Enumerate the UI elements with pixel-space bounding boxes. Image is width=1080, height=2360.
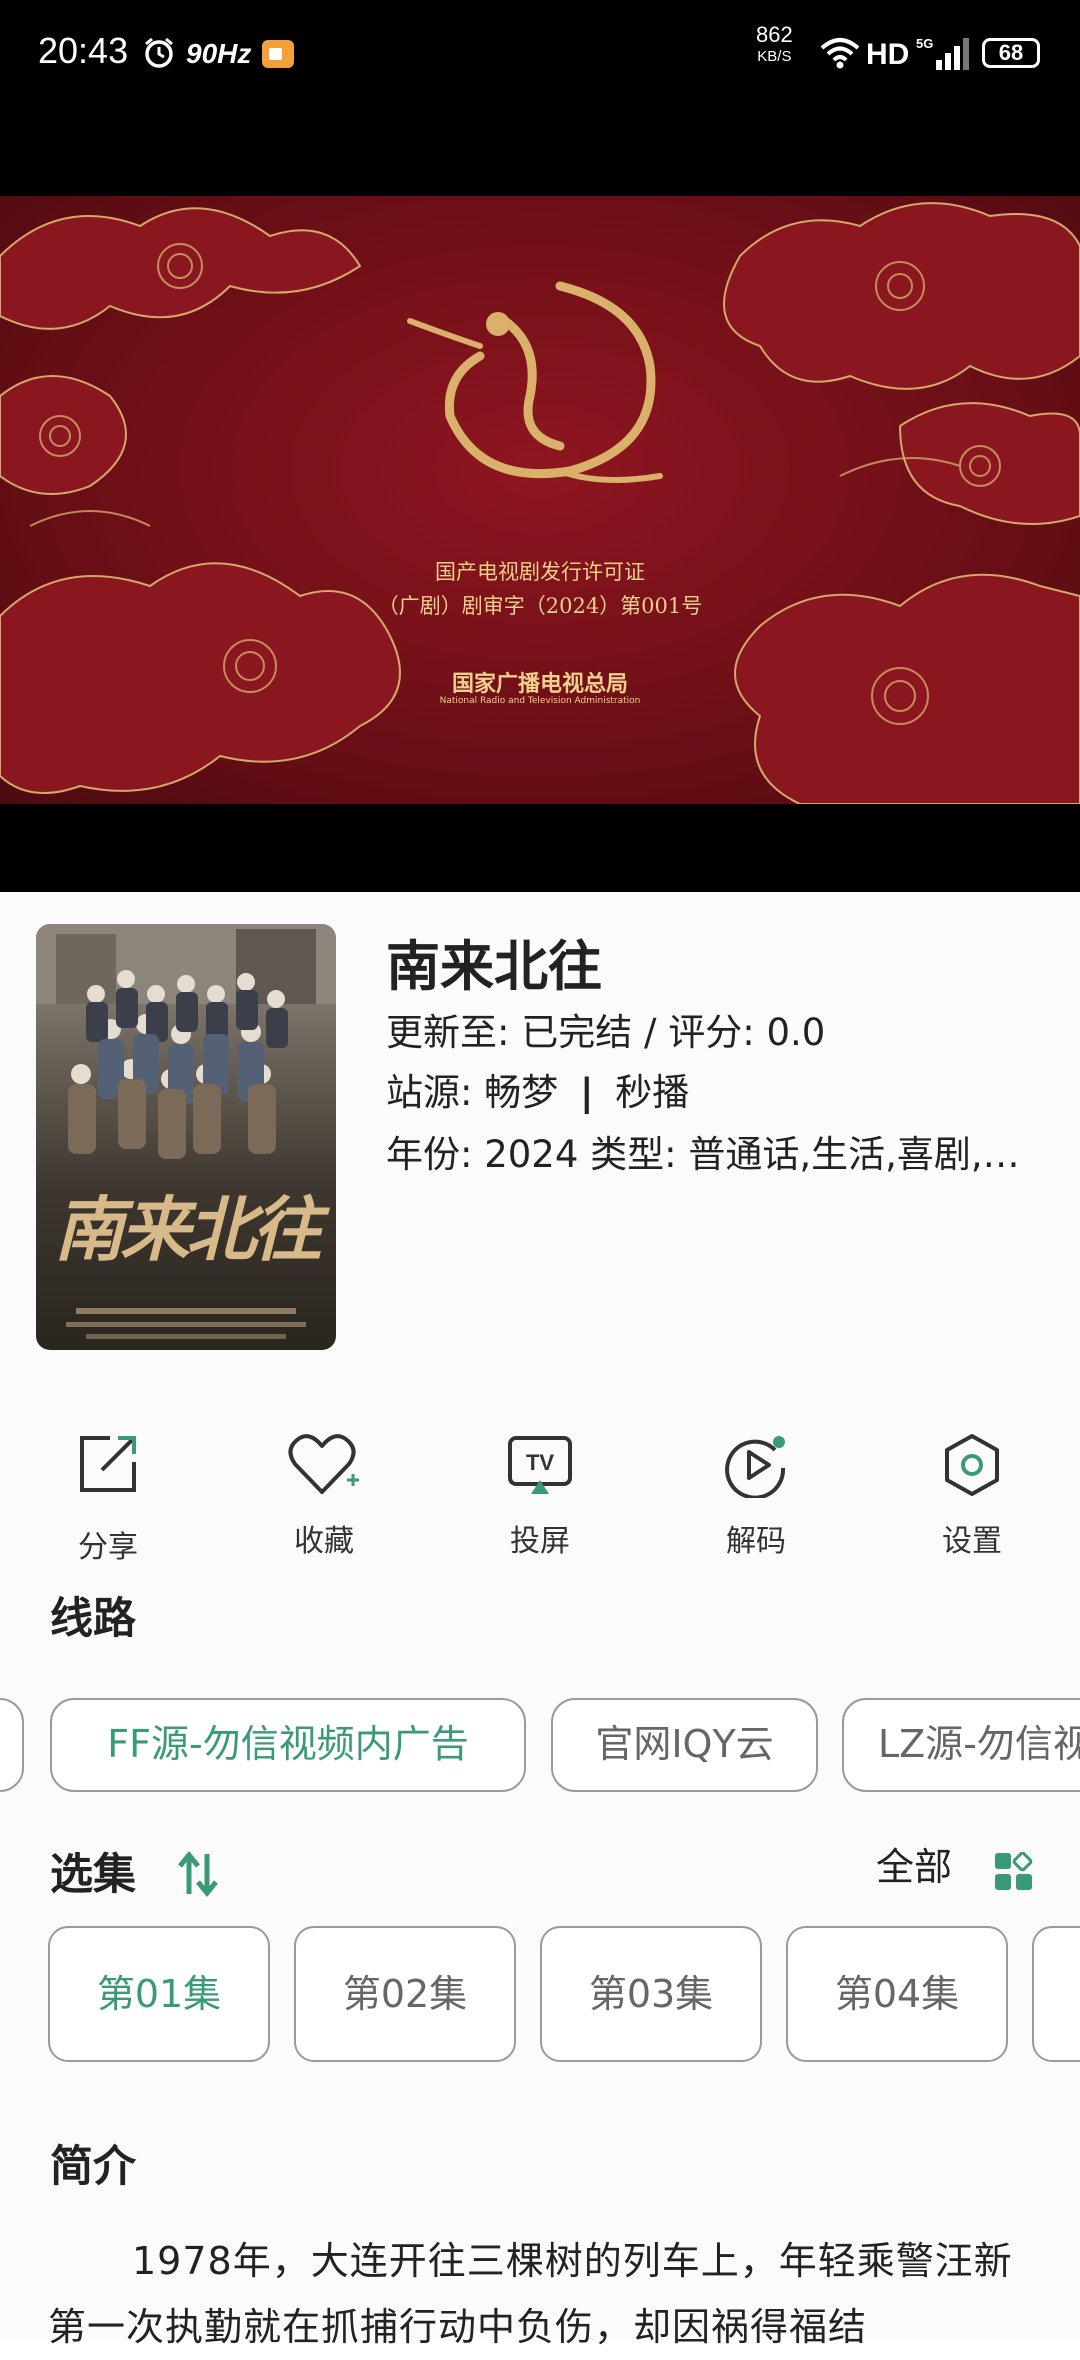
synopsis-text: 1978年，大连开往三棵树的列车上，年轻乘警汪新第一次执勤就在抓捕行动中负伤，却… (48, 2239, 1013, 2349)
show-poster[interactable]: 南来北往 (36, 924, 336, 1350)
episodes-heading: 选集 (50, 1850, 136, 1900)
heart-add-icon (288, 1434, 359, 1494)
share-label: 分享 (78, 1530, 138, 1565)
episode-chip[interactable]: 第01集 (48, 1926, 270, 2062)
network-speed-value: 862 (756, 22, 793, 47)
source-info: 站源: 畅梦 | 秒播 (386, 1062, 689, 1116)
source-label: 站源: (386, 1071, 473, 1114)
route-chip-previous[interactable] (0, 1698, 24, 1792)
wifi-icon (820, 38, 860, 69)
settings-label: 设置 (942, 1524, 1002, 1559)
decode-label: 解码 (726, 1524, 786, 1559)
status-bar: 20:43 90Hz 862 KB/S HD 5G 68 (0, 0, 1080, 110)
favorite-button[interactable]: 收藏 (249, 1432, 399, 1560)
signal-icon: 5G (916, 36, 969, 70)
update-status: 更新至: 已完结 / 评分: 0.0 (386, 1011, 826, 1054)
emblem-logo (407, 281, 663, 483)
status-time: 20:43 (38, 30, 129, 71)
poster-title: 南来北往 (54, 1188, 322, 1271)
share-button[interactable]: 分享 (33, 1432, 183, 1566)
refresh-rate: 90Hz (186, 38, 252, 69)
episode-chip[interactable]: 第03集 (540, 1926, 762, 2062)
route-chip[interactable]: 官网IQY云 (551, 1698, 818, 1792)
cast-label: 投屏 (510, 1524, 570, 1559)
routes-heading: 线路 (50, 1594, 136, 1644)
video-frame[interactable]: 国产电视剧发行许可证 （广剧）剧审字（2024）第001号 国家广播电视总局 N… (0, 196, 1080, 804)
screen-record-icon (262, 40, 294, 68)
alarm-icon (145, 37, 173, 68)
license-line-1: 国产电视剧发行许可证 (435, 560, 645, 584)
network-speed: 862 KB/S (756, 24, 793, 68)
favorite-label: 收藏 (294, 1524, 354, 1559)
video-player[interactable]: 国产电视剧发行许可证 （广剧）剧审字（2024）第001号 国家广播电视总局 N… (0, 110, 1080, 892)
route-chip[interactable]: LZ源-勿信视频内广告 (842, 1698, 1080, 1792)
cloud-pattern-decoration (0, 202, 1080, 804)
play-decode-icon (725, 1436, 786, 1498)
cast-button[interactable]: TV 投屏 (465, 1432, 615, 1560)
detail-panel: 南来北往 南来北往 更新至: 已完结 / 评分: 0.0 站源: 畅梦 | 秒播… (0, 892, 1080, 2340)
show-title: 南来北往 (386, 935, 602, 998)
grid-icon[interactable] (994, 1852, 1034, 1892)
settings-icon (945, 1434, 999, 1496)
license-line-2: （广剧）剧审字（2024）第001号 (377, 594, 703, 618)
sort-icon[interactable] (176, 1850, 220, 1898)
share-icon (80, 1436, 136, 1492)
all-episodes-link[interactable]: 全部 (876, 1836, 952, 1891)
settings-button[interactable]: 设置 (897, 1432, 1047, 1560)
license-organization: 国家广播电视总局 (451, 672, 628, 697)
license-organization-en: National Radio and Television Administra… (439, 696, 641, 706)
episode-chip-next[interactable] (1032, 1926, 1080, 2062)
source-separator: | (580, 1071, 594, 1114)
source-primary[interactable]: 畅梦 (484, 1071, 558, 1114)
poster-image (36, 924, 336, 1339)
network-label: HD (866, 38, 910, 71)
tv-cast-icon: TV (508, 1436, 572, 1494)
svg-text:TV: TV (526, 1450, 554, 1475)
episode-chip[interactable]: 第04集 (786, 1926, 1008, 2062)
route-list[interactable]: FF源-勿信视频内广告 官网IQY云 LZ源-勿信视频内广告 (0, 1698, 1080, 1796)
year-type-info: 年份: 2024 类型: 普通话,生活,喜剧,年代 (386, 1133, 1026, 1176)
episode-chip[interactable]: 第02集 (294, 1926, 516, 2062)
episode-list[interactable]: 第01集 第02集 第03集 第04集 (0, 1926, 1080, 2066)
route-chip[interactable]: FF源-勿信视频内广告 (50, 1698, 526, 1792)
battery-indicator: 68 (982, 38, 1040, 68)
synopsis-heading: 简介 (50, 2142, 136, 2192)
decode-button[interactable]: 解码 (681, 1432, 831, 1560)
source-secondary[interactable]: 秒播 (615, 1071, 689, 1114)
network-speed-unit: KB/S (757, 48, 792, 65)
svg-text:5G: 5G (916, 36, 933, 51)
